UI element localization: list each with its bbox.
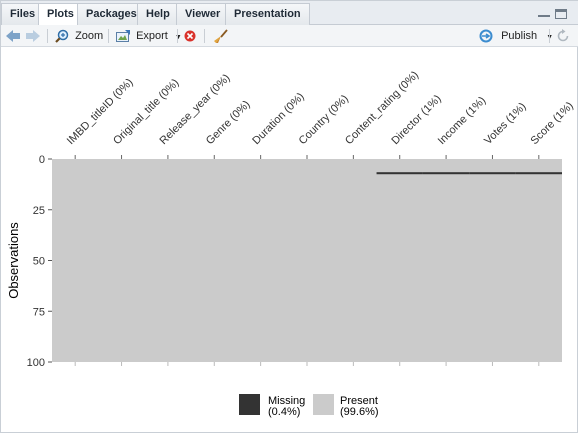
export-image-icon: [116, 29, 130, 42]
publish-button[interactable]: Publish ▼: [479, 25, 553, 47]
remove-plot-button[interactable]: [184, 25, 196, 47]
legend-label-missing: Missing (0.4%): [268, 395, 306, 418]
export-button[interactable]: Export ▼: [116, 25, 182, 47]
y-tick-label: 100: [27, 357, 45, 369]
tab-viewer[interactable]: Viewer: [176, 3, 230, 25]
refresh-button[interactable]: [556, 25, 570, 47]
tab-strip: Files Plots Packages Help Viewer Present…: [1, 1, 578, 26]
toolbar-separator: [549, 29, 550, 43]
minimize-pane-icon[interactable]: [538, 9, 550, 17]
y-axis-title: Observations: [6, 222, 21, 299]
tab-help[interactable]: Help: [137, 3, 179, 25]
plots-toolbar: Zoom Export ▼ Publish ▼: [1, 25, 578, 47]
missing-cell: [515, 172, 562, 175]
y-tick-label: 50: [33, 256, 45, 268]
missingness-plot: 0255075100ObservationsIMBD_titleID (0%)O…: [6, 69, 576, 369]
present-area: [52, 159, 562, 362]
tab-presentation[interactable]: Presentation: [225, 3, 310, 25]
column-label: Score (1%): [528, 100, 575, 147]
forward-arrow-icon[interactable]: [25, 25, 41, 47]
legend-label-present: Present (99.6%): [340, 395, 379, 418]
broom-icon: [214, 29, 228, 43]
y-tick-label: 0: [39, 154, 45, 166]
y-tick-label: 25: [33, 205, 45, 217]
publish-label: Publish: [501, 30, 538, 42]
clear-all-plots-button[interactable]: [213, 25, 229, 47]
zoom-label: Zoom: [75, 30, 104, 42]
maximize-pane-icon[interactable]: [555, 9, 567, 19]
missing-cell: [376, 172, 423, 175]
legend-swatch-present: [313, 394, 334, 415]
back-arrow-icon[interactable]: [5, 25, 21, 47]
y-tick-label: 75: [33, 306, 45, 318]
toolbar-separator: [204, 29, 205, 43]
column-label: Income (1%): [436, 95, 489, 148]
remove-plot-icon: [184, 30, 196, 42]
toolbar-separator: [177, 29, 178, 43]
magnifier-icon: [55, 29, 69, 43]
plots-pane: Files Plots Packages Help Viewer Present…: [0, 0, 578, 433]
tab-packages[interactable]: Packages: [77, 3, 146, 25]
refresh-icon: [557, 29, 569, 42]
rpubs-icon: [479, 29, 493, 43]
chevron-down-icon: ▼: [174, 34, 182, 41]
export-label: Export: [136, 30, 168, 42]
missing-cell: [469, 172, 516, 175]
legend-swatch-missing: [239, 394, 260, 415]
missing-cell: [422, 172, 470, 175]
toolbar-separator: [108, 29, 109, 43]
column-label: Votes (1%): [482, 101, 529, 148]
zoom-button[interactable]: Zoom: [55, 25, 103, 47]
toolbar-separator: [47, 29, 48, 43]
column-label: Genre (0%): [204, 98, 253, 147]
